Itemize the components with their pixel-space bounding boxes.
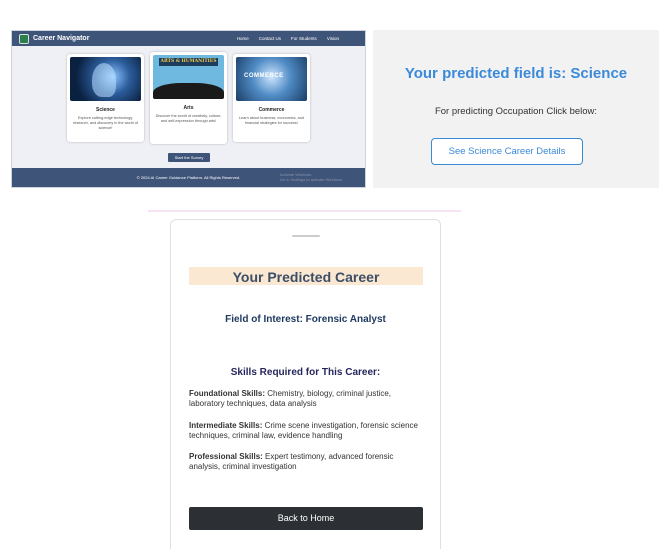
nav-home[interactable]: Home: [237, 36, 249, 41]
prediction-result-panel: Your predicted field is: Science For pre…: [373, 30, 659, 188]
arts-image: ARTS & HUMANITIES: [153, 55, 224, 99]
see-career-details-button[interactable]: See Science Career Details: [431, 138, 583, 165]
card-commerce[interactable]: COMMERCE Commerce Learn about business, …: [233, 54, 310, 142]
field-cards: Science Explore cutting-edge technology,…: [67, 52, 310, 144]
card-description: Learn about business, economics, and fin…: [238, 116, 304, 125]
brand-name[interactable]: Career Navigator: [33, 35, 89, 42]
skill-label: Professional Skills:: [189, 452, 263, 461]
card-title: Arts: [183, 105, 194, 111]
screenshot-collage: Career Navigator Home Contact Us For Stu…: [0, 0, 666, 557]
card-description: Explore cutting-edge technology, researc…: [72, 116, 138, 130]
card-description: Discover the world of creativity, cultur…: [155, 114, 222, 123]
watermark-line2: Go to Settings to activate Windows.: [279, 177, 343, 182]
skills-heading: Skills Required for This Career:: [230, 367, 381, 378]
card-arts[interactable]: ARTS & HUMANITIES Arts Discover the worl…: [150, 52, 227, 144]
start-survey-button[interactable]: Start the Survey: [168, 153, 210, 162]
logo-icon: [19, 33, 29, 44]
title-highlight: Your Predicted Career: [189, 267, 423, 285]
card-title: Commerce: [258, 107, 285, 113]
skill-intermediate: Intermediate Skills: Crime scene investi…: [189, 421, 425, 441]
divider: [148, 210, 461, 212]
top-navbar: Career Navigator Home Contact Us For Stu…: [12, 31, 365, 46]
predicted-field-title: Your predicted field is: Science: [404, 65, 628, 82]
field-of-interest: Field of Interest: Forensic Analyst: [225, 314, 386, 325]
skill-label: Foundational Skills:: [189, 389, 266, 398]
nav-vision[interactable]: Vision: [327, 36, 339, 41]
commerce-image: COMMERCE: [236, 57, 307, 101]
page-title: Your Predicted Career: [232, 269, 380, 285]
skill-professional: Professional Skills: Expert testimony, a…: [189, 452, 425, 472]
career-navigator-page: Career Navigator Home Contact Us For Stu…: [11, 30, 366, 188]
science-image: [70, 57, 141, 101]
skill-label: Intermediate Skills:: [189, 421, 263, 430]
nav-contact[interactable]: Contact Us: [259, 36, 281, 41]
skill-foundational: Foundational Skills: Chemistry, biology,…: [189, 389, 425, 409]
crowd-silhouette-icon: [153, 83, 224, 99]
footer: © 2024 AI Career Guidance Platform. All …: [12, 168, 365, 187]
predicted-career-card: Your Predicted Career Field of Interest:…: [170, 219, 441, 549]
head-silhouette-icon: [92, 63, 116, 97]
occupation-prompt: For predicting Occupation Click below:: [434, 106, 598, 117]
windows-watermark: Activate Windows Go to Settings to activ…: [280, 172, 343, 182]
card-title: Science: [96, 107, 115, 113]
nav-links: Home Contact Us For Students Vision: [237, 31, 339, 46]
arts-banner: ARTS & HUMANITIES: [159, 58, 218, 66]
nav-students[interactable]: For Students: [291, 36, 317, 41]
commerce-image-text: COMMERCE: [244, 73, 284, 79]
drag-handle[interactable]: [292, 235, 320, 237]
back-to-home-button[interactable]: Back to Home: [189, 507, 423, 530]
card-science[interactable]: Science Explore cutting-edge technology,…: [67, 54, 144, 142]
